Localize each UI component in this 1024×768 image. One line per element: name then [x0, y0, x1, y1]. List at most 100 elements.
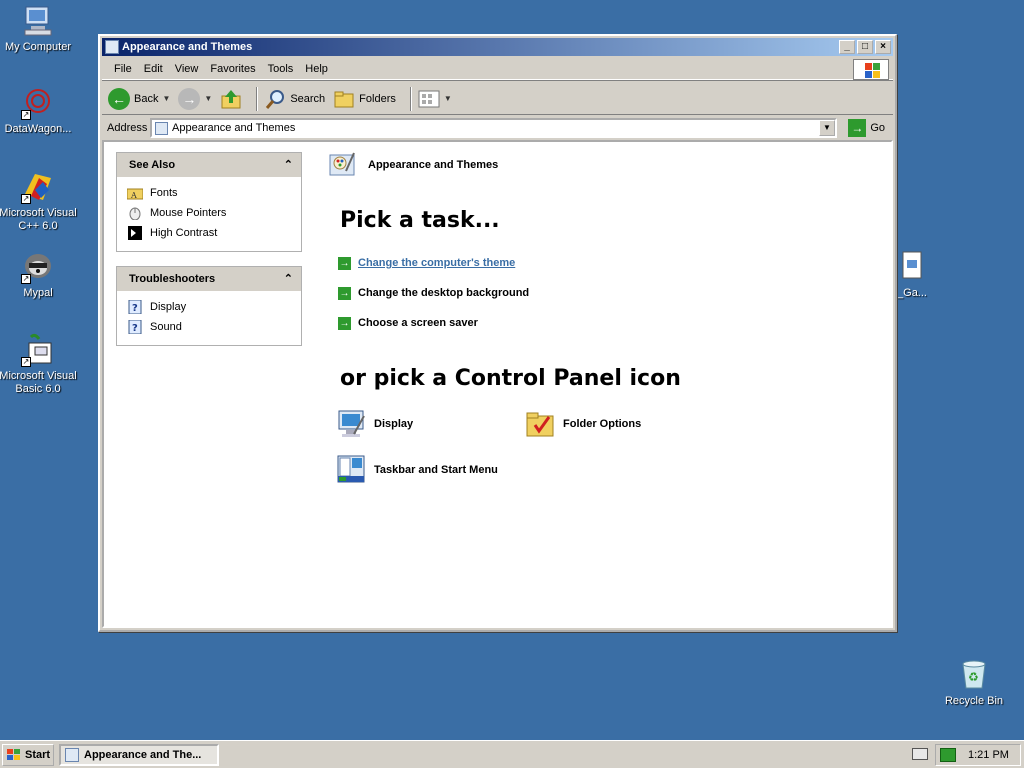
troubleshooter-item-display[interactable]: ? Display — [127, 297, 291, 317]
see-also-header[interactable]: See Also ⌃ — [117, 153, 301, 177]
troubleshooters-title: Troubleshooters — [129, 273, 216, 285]
category-header: Appearance and Themes — [326, 148, 891, 182]
window-title: Appearance and Themes — [122, 41, 253, 53]
address-dropdown-button[interactable]: ▼ — [819, 120, 835, 136]
see-also-item-fonts[interactable]: A Fonts — [127, 183, 291, 203]
taskbar-item-appearance[interactable]: Appearance and The... — [59, 744, 219, 766]
folders-icon — [334, 91, 354, 107]
svg-text:♻: ♻ — [968, 670, 979, 684]
windows-logo-icon — [853, 59, 889, 80]
see-also-panel: See Also ⌃ A Fonts Mouse Pointers High C… — [116, 152, 302, 252]
keyboard-icon[interactable] — [912, 748, 928, 760]
cp-icon-folder-options[interactable]: Folder Options — [525, 408, 641, 440]
cp-icon-display[interactable]: Display — [336, 408, 413, 440]
close-button[interactable]: × — [875, 40, 891, 54]
see-also-title: See Also — [129, 159, 176, 171]
chevron-down-icon[interactable]: ▼ — [204, 94, 212, 103]
address-input[interactable]: Appearance and Themes ▼ — [150, 118, 837, 138]
cp-icon-label: Taskbar and Start Menu — [374, 464, 498, 476]
task-change-theme[interactable]: → Change the computer's theme — [338, 248, 891, 278]
forward-button[interactable]: → ▼ — [178, 87, 212, 110]
appearance-themes-small-icon — [155, 122, 168, 135]
task-screen-saver[interactable]: → Choose a screen saver — [338, 308, 891, 338]
shortcut-arrow-icon: ↗ — [21, 357, 31, 367]
back-arrow-icon: ← — [108, 87, 130, 110]
desktop-icon-recycle-bin[interactable]: ♻ Recycle Bin — [934, 658, 1014, 708]
network-tray-icon[interactable] — [940, 748, 956, 762]
desktop-icon-label: My Computer — [4, 41, 72, 53]
folders-button[interactable]: Folders — [333, 88, 396, 110]
folder-options-icon — [525, 408, 557, 440]
task-list: → Change the computer's theme → Change t… — [338, 248, 891, 338]
mouse-icon — [129, 207, 141, 220]
menu-favorites[interactable]: Favorites — [204, 63, 261, 75]
go-label: Go — [870, 122, 885, 134]
toolbar-separator — [409, 86, 412, 111]
task-arrow-icon: → — [338, 286, 351, 300]
svg-text:A: A — [130, 191, 137, 200]
task-change-background[interactable]: → Change the desktop background — [338, 278, 891, 308]
search-button[interactable]: Search — [264, 88, 325, 110]
visual-cpp-icon: ↗ — [21, 170, 55, 204]
menu-tools[interactable]: Tools — [262, 63, 300, 75]
taskbar: Start Appearance and The... 1:21 PM — [0, 740, 1024, 768]
window-titlebar[interactable]: Appearance and Themes _ □ × — [102, 38, 893, 56]
maximize-button[interactable]: □ — [857, 40, 873, 54]
desktop-icon-my-computer[interactable]: My Computer — [0, 4, 78, 54]
task-label[interactable]: Choose a screen saver — [358, 317, 478, 329]
start-button[interactable]: Start — [2, 744, 54, 766]
task-label[interactable]: Change the computer's theme — [358, 257, 515, 269]
datawagon-icon: ↗ — [21, 86, 55, 120]
shortcut-arrow-icon: ↗ — [21, 194, 31, 204]
troubleshooter-item-label: Sound — [150, 321, 182, 333]
control-panel-icons: Display Folder Options Taskbar and Start… — [336, 408, 891, 518]
windows-flag-icon — [6, 748, 22, 762]
menu-view[interactable]: View — [169, 63, 205, 75]
menu-edit[interactable]: Edit — [138, 63, 169, 75]
desktop-icon-visual-cpp[interactable]: ↗ Microsoft Visual C++ 6.0 — [0, 170, 78, 233]
up-button[interactable] — [220, 88, 242, 110]
task-label[interactable]: Change the desktop background — [358, 287, 529, 299]
cp-icon-taskbar-start-menu[interactable]: Taskbar and Start Menu — [336, 454, 498, 486]
cp-icon-label: Folder Options — [563, 418, 642, 430]
visual-basic-icon: ↗ — [21, 333, 55, 367]
recycle-bin-icon: ♻ — [957, 658, 991, 692]
chevron-down-icon[interactable]: ▼ — [162, 94, 170, 103]
address-value: Appearance and Themes — [172, 122, 296, 134]
back-button[interactable]: ← Back ▼ — [108, 87, 170, 110]
forward-arrow-icon: → — [178, 87, 201, 110]
task-arrow-icon: → — [338, 316, 351, 330]
file-icon — [895, 250, 929, 284]
menu-file[interactable]: File — [108, 63, 138, 75]
collapse-chevron-icon[interactable]: ⌃ — [284, 153, 293, 177]
troubleshooter-item-label: Display — [150, 301, 187, 313]
see-also-item-high-contrast[interactable]: High Contrast — [127, 223, 291, 243]
appearance-themes-icon — [326, 149, 358, 181]
see-also-item-mouse-pointers[interactable]: Mouse Pointers — [127, 203, 291, 223]
desktop-icon-label: Microsoft Visual C++ 6.0 — [0, 207, 77, 232]
go-arrow-icon: → — [848, 119, 867, 137]
address-label: Address — [107, 122, 148, 134]
clock[interactable]: 1:21 PM — [968, 749, 1009, 761]
desktop-icon-datawagon[interactable]: ↗ DataWagon... — [0, 86, 78, 136]
minimize-button[interactable]: _ — [839, 40, 855, 54]
taskbar-item-label: Appearance and The... — [84, 749, 202, 761]
toolbar-separator — [256, 86, 259, 111]
back-label: Back — [134, 92, 159, 105]
svg-text:?: ? — [132, 323, 138, 334]
task-arrow-icon: → — [338, 256, 351, 270]
mypal-icon: ↗ — [21, 250, 55, 284]
collapse-chevron-icon[interactable]: ⌃ — [284, 267, 293, 291]
address-bar: Address Appearance and Themes ▼ → Go — [102, 117, 893, 139]
go-button[interactable]: → Go — [848, 119, 885, 137]
desktop-icon-visual-basic[interactable]: ↗ Microsoft Visual Basic 6.0 — [0, 333, 78, 396]
chevron-down-icon: ▼ — [443, 94, 452, 103]
views-button[interactable]: ▼ — [418, 89, 452, 109]
folder-up-icon — [221, 89, 241, 108]
menu-help[interactable]: Help — [299, 63, 334, 75]
troubleshooters-header[interactable]: Troubleshooters ⌃ — [117, 267, 301, 291]
desktop-icon-mypal[interactable]: ↗ Mypal — [0, 250, 78, 300]
cp-icon-label: Display — [374, 418, 414, 430]
troubleshooter-item-sound[interactable]: ? Sound — [127, 317, 291, 337]
desktop-icon-label: Mypal — [23, 287, 53, 299]
